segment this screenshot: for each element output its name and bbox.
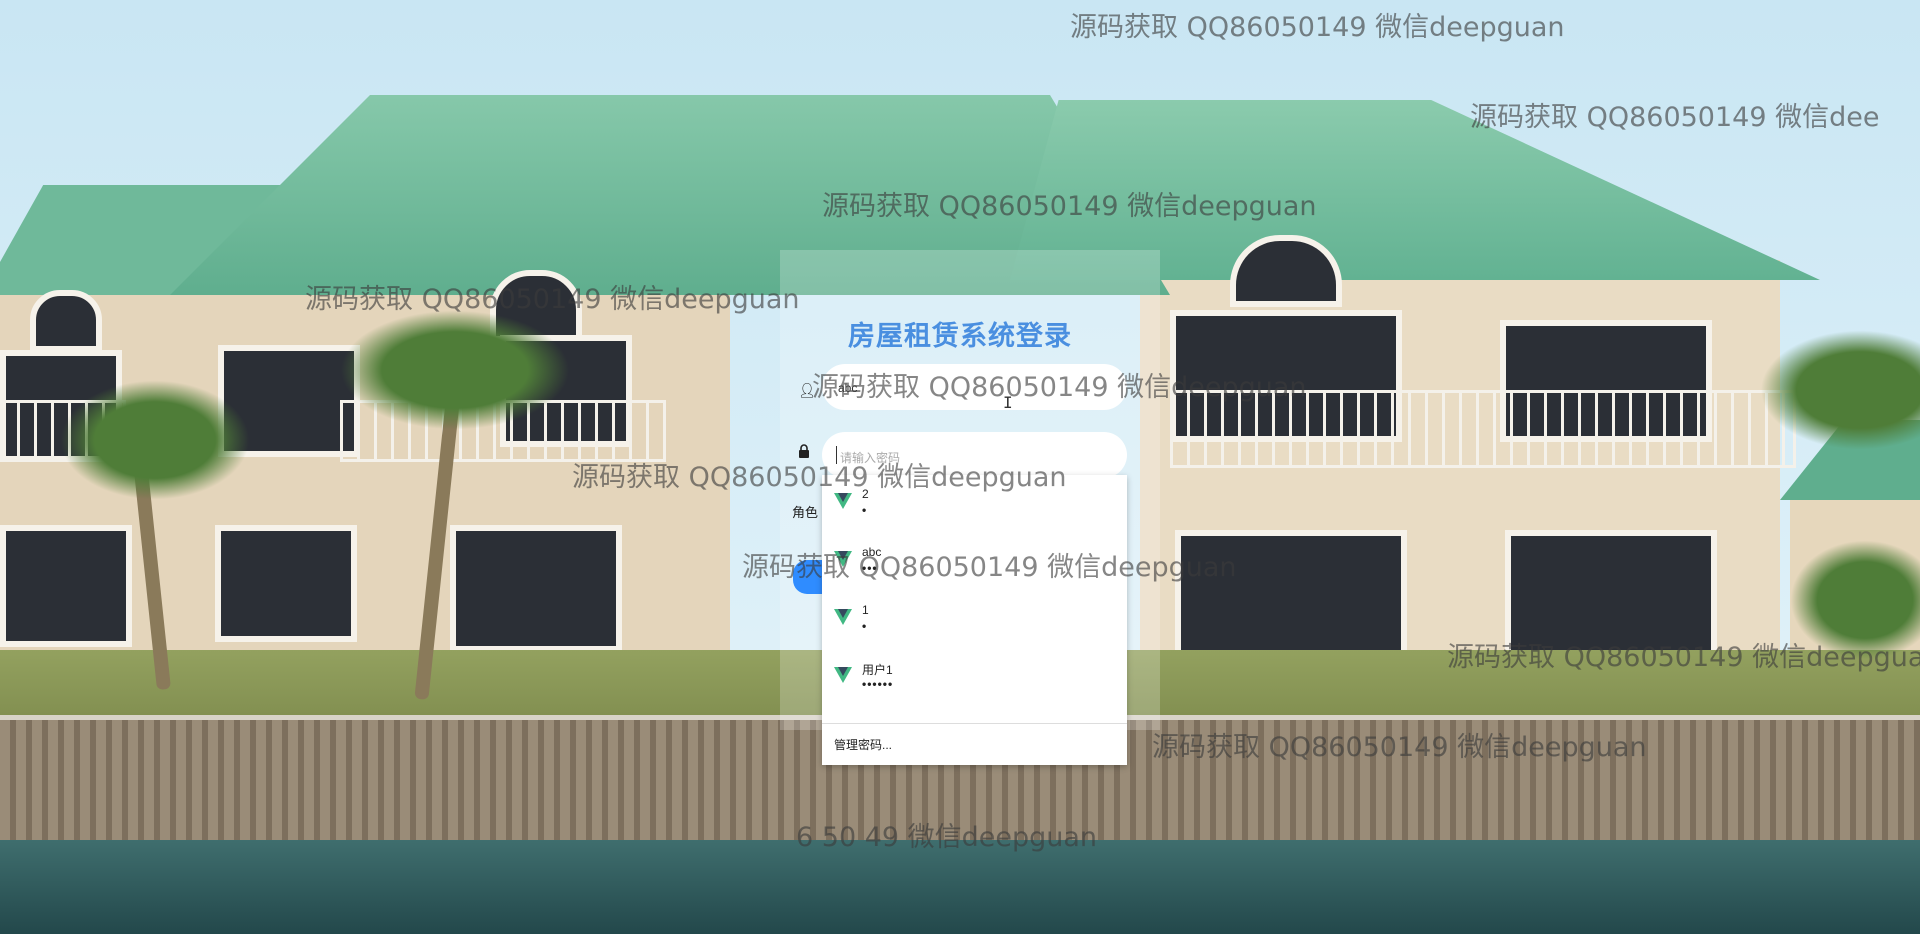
password-placeholder: 请输入密码	[840, 451, 901, 465]
autofill-password-mask: •••	[862, 561, 878, 575]
text-cursor-icon: I	[1003, 393, 1013, 412]
autofill-username: abc	[862, 545, 882, 559]
balcony-railing	[1170, 390, 1796, 468]
login-button[interactable]	[793, 560, 823, 594]
vue-logo-icon	[834, 609, 852, 625]
lock-icon	[798, 444, 810, 461]
text-caret	[836, 446, 837, 464]
vue-logo-icon	[834, 493, 852, 509]
water	[0, 840, 1920, 934]
password-input[interactable]: 请输入密码	[822, 432, 1127, 478]
arched-window	[30, 290, 102, 352]
palm-fronds	[60, 380, 250, 500]
palm-fronds	[340, 310, 570, 430]
autofill-password-mask: ••••••	[862, 677, 894, 691]
window	[450, 525, 622, 652]
autofill-username: 2	[862, 487, 869, 501]
vue-logo-icon	[834, 551, 852, 567]
user-icon: 👤︎	[798, 382, 816, 398]
autofill-item[interactable]: 用户1 ••••••	[822, 649, 1127, 705]
manage-passwords-link[interactable]: 管理密码...	[834, 736, 892, 753]
role-label: 角色	[792, 505, 819, 520]
autofill-username: 用户1	[862, 663, 893, 677]
login-title: 房屋租赁系统登录	[848, 321, 1072, 351]
autofill-password-mask: •	[862, 503, 868, 517]
vue-logo-icon	[834, 667, 852, 683]
autofill-password-mask: •	[862, 619, 868, 633]
autofill-dropdown: 2 • abc ••• 1 • 用户1 •••••• 管理密码...	[822, 475, 1127, 765]
username-input[interactable]: abc	[822, 364, 1127, 410]
autofill-username: 1	[862, 603, 869, 617]
autofill-item[interactable]: abc •••	[822, 533, 1127, 589]
dropdown-divider	[822, 723, 1127, 724]
window	[215, 525, 357, 642]
window	[0, 525, 132, 647]
username-value: abc	[838, 381, 858, 395]
autofill-item[interactable]: 1 •	[822, 591, 1127, 647]
autofill-item[interactable]: 2 •	[822, 475, 1127, 531]
